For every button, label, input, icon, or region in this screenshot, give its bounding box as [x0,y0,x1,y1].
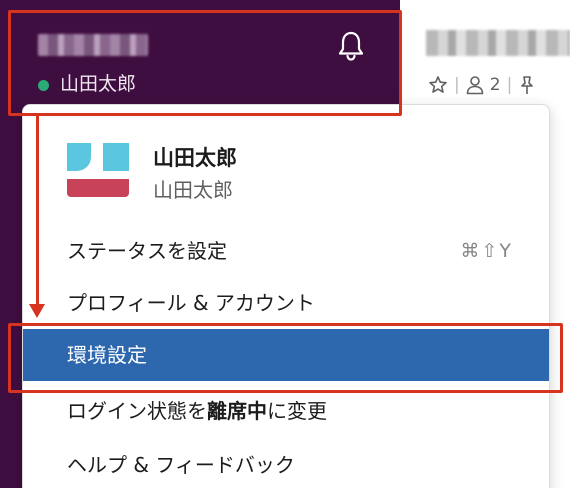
user-menu-dropdown: 山田太郎 山田太郎 ステータスを設定 ⌘⇧Y プロフィール & アカウント 環境… [22,104,550,488]
pin-icon[interactable] [518,75,536,95]
channel-title-blurred[interactable] [426,30,570,56]
menu-item-label-part: 離席中 [207,399,267,423]
avatar-shape [67,179,129,197]
menu-item-profile-account[interactable]: プロフィール & アカウント [23,277,549,329]
profile-real-name: 山田太郎 [153,178,233,202]
meta-separator: | [506,75,513,95]
menu-item-label: ヘルプ & フィードバック [67,453,295,477]
shortcut-hint: ⌘⇧Y [460,240,513,262]
member-count[interactable]: 2 [490,74,501,96]
menu-item-help-feedback[interactable]: ヘルプ & フィードバック [23,439,549,488]
menu-item-label: プロフィール & アカウント [67,291,315,315]
menu-item-label: ステータスを設定 [67,239,227,263]
menu-item-set-status[interactable]: ステータスを設定 ⌘⇧Y [23,225,549,277]
menu-item-label-part: ログイン状態を [67,399,207,423]
annotation-arrow [36,116,39,306]
avatar-shape [67,143,91,171]
annotation-highlight-header [8,10,402,116]
profile-display-name: 山田太郎 [153,146,237,170]
avatar[interactable] [67,139,129,201]
avatar-shape [103,143,129,171]
person-icon[interactable] [466,75,484,95]
menu-item-label-part: に変更 [267,399,327,423]
channel-meta: | 2 | [428,74,536,96]
annotation-arrow-head [29,304,45,318]
meta-separator: | [454,75,460,95]
annotation-highlight-preferences [8,323,563,393]
star-icon[interactable] [428,75,448,95]
